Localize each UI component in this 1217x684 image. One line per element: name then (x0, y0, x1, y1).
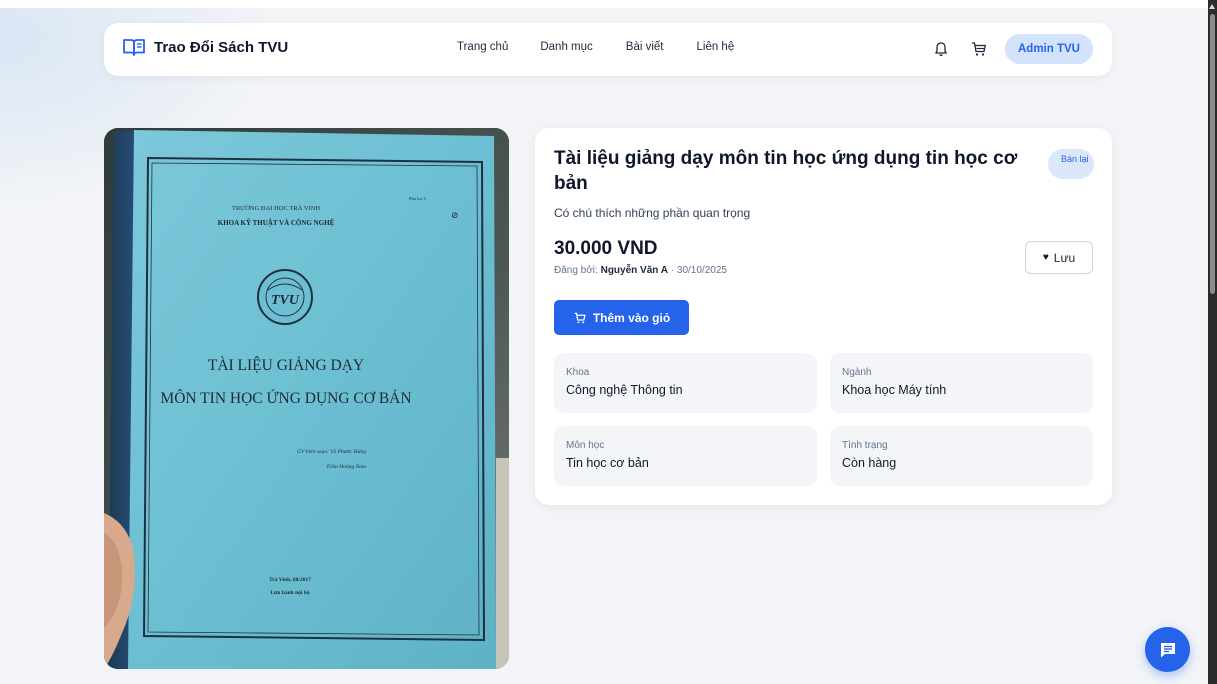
detail-label: Ngành (842, 367, 872, 378)
nav-links: Trang chủ Danh mục Bài viết Liên hệ (457, 41, 766, 53)
add-to-cart-button[interactable]: Thêm vào giỏ (554, 300, 689, 335)
cover-title-line1: TÀI LIỆU GIẢNG DẠY (208, 357, 364, 374)
chat-button[interactable] (1145, 627, 1190, 672)
detail-value: Công nghệ Thông tin (566, 383, 683, 397)
detail-value: Còn hàng (842, 456, 897, 470)
nav-link-categories[interactable]: Danh mục (540, 41, 592, 53)
detail-value: Khoa học Máy tính (842, 383, 947, 397)
detail-label: Khoa (566, 367, 590, 378)
nav-link-home[interactable]: Trang chủ (457, 41, 508, 53)
save-label: Lưu (1053, 250, 1076, 265)
detail-value: Tin học cơ bản (566, 456, 649, 470)
brand-title: Trao Đổi Sách TVU (154, 38, 289, 56)
save-button[interactable]: ♥ Lưu (1025, 241, 1093, 274)
cover-university: TRƯỜNG ĐẠI HỌC TRÀ VINH (232, 204, 321, 212)
university-logo: TVU (257, 269, 313, 325)
heart-icon: ♥ (1042, 252, 1049, 263)
listing-type-badge: Bán lại (1048, 149, 1094, 179)
page-background: Trao Đổi Sách TVU Trang chủ Danh mục Bài… (0, 8, 1208, 684)
product-card: Tài liệu giảng dạy môn tin học ứng dụng … (535, 128, 1112, 505)
chat-icon (1160, 642, 1175, 657)
detail-label: Môn học (566, 440, 605, 451)
detail-label: Tình trạng (842, 440, 888, 451)
detail-major: Ngành Khoa học Máy tính (830, 353, 1093, 413)
cover-appendix: Phụ lục 5 (409, 196, 427, 201)
svg-text:TVU: TVU (271, 293, 300, 308)
brand[interactable]: Trao Đổi Sách TVU (122, 37, 288, 57)
cover-faculty: KHOA KỸ THUẬT VÀ CÔNG NGHỆ (218, 219, 335, 227)
add-to-cart-label: Thêm vào giỏ (592, 310, 671, 325)
detail-status: Tình trạng Còn hàng (830, 426, 1093, 486)
cover-corner-mark: ⊘ (451, 210, 459, 220)
cover-circulation: Lưu hành nội bộ (270, 590, 309, 596)
seller-name[interactable]: Nguyễn Văn A (601, 265, 668, 276)
cart-icon (574, 312, 586, 323)
bell-icon[interactable] (932, 40, 950, 58)
scrollbar-thumb[interactable] (1210, 14, 1215, 294)
cover-place-date: Trà Vinh, 08/2017 (269, 577, 311, 583)
product-title: Tài liệu giảng dạy môn tin học ứng dụng … (554, 148, 1018, 194)
page-scrollbar[interactable] (1208, 0, 1217, 684)
posted-date: · 30/10/2025 (670, 265, 727, 276)
cover-author-line1: GV biên soạn: Võ Phước Hưng (297, 449, 366, 455)
nav-link-contact[interactable]: Liên hệ (697, 41, 735, 53)
scroll-up-icon[interactable] (1209, 4, 1215, 9)
nav-link-posts[interactable]: Bài viết (626, 41, 664, 53)
cart-icon[interactable] (970, 40, 988, 58)
product-description: Có chú thích những phần quan trọng (554, 206, 751, 220)
product-image: Phụ lục 5 TRƯỜNG ĐẠI HỌC TRÀ VINH KHOA K… (104, 128, 509, 669)
book-icon (123, 39, 145, 56)
posted-by: Đăng bởi: Nguyễn Văn A · 30/10/2025 (554, 265, 727, 276)
user-menu-button[interactable]: Admin TVU (1005, 34, 1093, 64)
detail-faculty: Khoa Công nghệ Thông tin (554, 353, 817, 413)
posted-prefix: Đăng bởi: (554, 265, 598, 276)
detail-subject: Môn học Tin học cơ bản (554, 426, 817, 486)
cover-title-line2: MÔN TIN HỌC ỨNG DỤNG CƠ BẢN (160, 390, 411, 407)
cover-author-line2: Trầm Hoàng Nam (326, 463, 366, 470)
navbar: Trao Đổi Sách TVU Trang chủ Danh mục Bài… (104, 23, 1112, 76)
product-price: 30.000 VND (554, 238, 658, 259)
